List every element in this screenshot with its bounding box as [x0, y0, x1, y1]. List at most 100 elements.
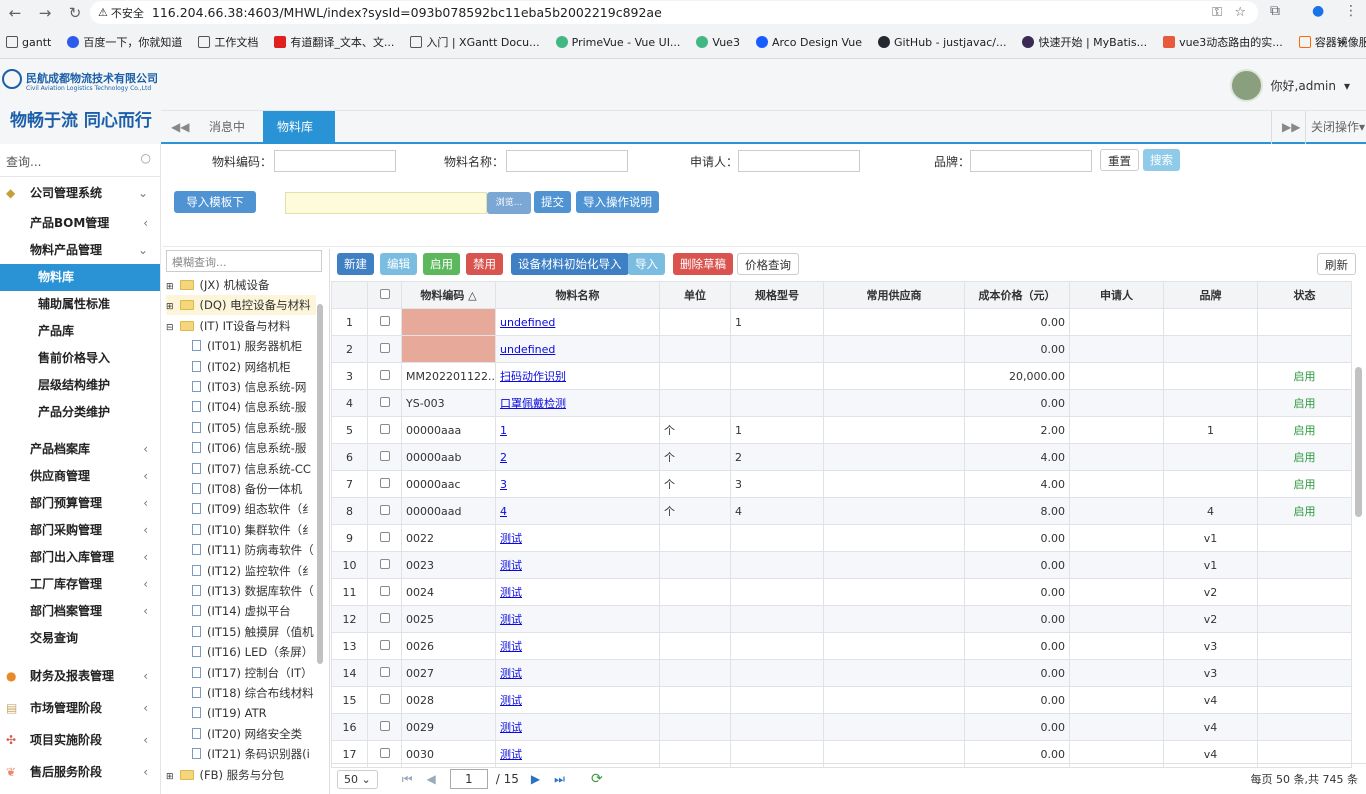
row-select[interactable]: [367, 524, 402, 552]
tree-node[interactable]: (IT05) 信息系统-服: [192, 418, 306, 438]
tree-node[interactable]: ⊞ (FB) 服务与分包: [166, 765, 284, 785]
tab-scroll-right-icon[interactable]: ▶▶: [1271, 111, 1305, 144]
back-icon[interactable]: ←: [0, 4, 30, 22]
row-checkbox[interactable]: [379, 477, 390, 488]
tree-node[interactable]: (IT09) 组态软件（纟: [192, 499, 314, 519]
row-select[interactable]: [367, 389, 402, 417]
tree-node[interactable]: (IT16) LED（条屏）: [192, 642, 313, 662]
sidebar-item-inout[interactable]: 部门出入库管理 ‹: [0, 544, 160, 571]
row-checkbox[interactable]: [379, 369, 390, 380]
tree-node[interactable]: (IT04) 信息系统-服: [192, 397, 306, 417]
applicant-input[interactable]: [738, 150, 860, 172]
row-checkbox[interactable]: [379, 693, 390, 704]
material-link[interactable]: 口罩佩戴检测: [500, 397, 566, 410]
row-checkbox[interactable]: [379, 585, 390, 596]
sidebar-item-budget[interactable]: 部门预算管理 ‹: [0, 490, 160, 517]
row-checkbox[interactable]: [379, 720, 390, 731]
tab-library[interactable]: 物料库 ⊗: [263, 111, 335, 167]
row-select[interactable]: [367, 659, 402, 687]
cell-name[interactable]: 测试: [495, 578, 660, 606]
cell-name[interactable]: 2: [495, 443, 660, 471]
sidebar-item-dept-archive[interactable]: 部门档案管理 ‹: [0, 598, 160, 625]
tree-node[interactable]: ⊞ (DQ) 电控设备与材料: [166, 295, 316, 316]
new-button[interactable]: 新建: [337, 253, 374, 275]
tree-node[interactable]: (IT20) 网络安全类: [192, 724, 302, 744]
tree-scrollbar[interactable]: [317, 304, 323, 664]
table-row[interactable]: 7 00000aac 3 个 3 4.00 启用: [331, 470, 1352, 498]
row-checkbox[interactable]: [379, 666, 390, 677]
table-row[interactable]: 6 00000aab 2 个 2 4.00 启用: [331, 443, 1352, 471]
col-supplier[interactable]: 常用供应商: [823, 281, 965, 309]
row-select[interactable]: [367, 308, 402, 336]
tree-node[interactable]: ⊞ (JX) 机械设备: [166, 275, 269, 295]
row-select[interactable]: [367, 470, 402, 498]
material-link[interactable]: 测试: [500, 694, 522, 707]
expand-icon[interactable]: ⊞: [166, 282, 174, 292]
row-checkbox[interactable]: [379, 423, 390, 434]
page-number-input[interactable]: 1: [449, 769, 488, 789]
material-link[interactable]: 测试: [500, 748, 522, 761]
tree-node[interactable]: (IT15) 触摸屏（值机: [192, 622, 314, 642]
cell-name[interactable]: 3: [495, 470, 660, 498]
row-select[interactable]: [367, 551, 402, 579]
first-page-icon[interactable]: ⏮: [402, 772, 413, 787]
cell-name[interactable]: 测试: [495, 605, 660, 633]
material-link[interactable]: 4: [500, 505, 507, 518]
col-name[interactable]: 物料名称: [495, 281, 660, 309]
sidebar-group-aftersale[interactable]: ❦ 售后服务阶段 ‹: [0, 759, 160, 786]
material-link[interactable]: 2: [500, 451, 507, 464]
cell-name[interactable]: 测试: [495, 713, 660, 741]
table-row[interactable]: 11 0024 测试 0.00 v2: [331, 578, 1352, 606]
cell-name[interactable]: 口罩佩戴检测: [495, 389, 660, 417]
address-bar[interactable]: ⚠ 不安全 116.204.66.38:4603/MHWL/index?sysId…: [90, 1, 1258, 24]
material-link[interactable]: 测试: [500, 586, 522, 599]
row-select[interactable]: [367, 605, 402, 633]
cell-name[interactable]: 测试: [495, 524, 660, 552]
table-row[interactable]: 2 undefined 0.00: [331, 335, 1352, 363]
tree-node[interactable]: (IT08) 备份一体机: [192, 479, 302, 499]
tree-node[interactable]: (IT12) 监控软件（纟: [192, 561, 314, 581]
cell-name[interactable]: 1: [495, 416, 660, 444]
submit-button[interactable]: 提交: [534, 191, 571, 213]
row-select[interactable]: [367, 362, 402, 390]
tab-scroll-left-icon[interactable]: ◀◀: [161, 111, 195, 144]
material-link[interactable]: 测试: [500, 667, 522, 680]
tree-node[interactable]: (IT03) 信息系统-网: [192, 377, 306, 397]
material-link[interactable]: 扫码动作识别: [500, 370, 566, 383]
table-row[interactable]: 9 0022 测试 0.00 v1: [331, 524, 1352, 552]
file-path-input[interactable]: [285, 192, 487, 214]
tree-node[interactable]: ⊟ (IT) IT设备与材料: [166, 316, 291, 336]
reload-icon[interactable]: ↻: [60, 4, 90, 22]
grid-scrollbar[interactable]: [1355, 367, 1362, 517]
bookmark[interactable]: 百度一下，你就知道: [67, 34, 182, 50]
last-page-icon[interactable]: ⏭: [554, 772, 565, 787]
cell-name[interactable]: undefined: [495, 308, 660, 336]
row-checkbox[interactable]: [379, 504, 390, 515]
menu-icon[interactable]: ⋮: [1344, 3, 1358, 19]
row-select[interactable]: [367, 497, 402, 525]
close-operations[interactable]: 关闭操作▾: [1305, 111, 1366, 144]
reload-grid-icon[interactable]: ⟳: [591, 771, 603, 787]
expand-icon[interactable]: ⊞: [166, 772, 174, 782]
user-menu[interactable]: 你好,admin ▾: [1229, 69, 1350, 102]
tree-node[interactable]: (IT11) 防病毒软件（: [192, 540, 314, 560]
code-input[interactable]: [274, 150, 396, 172]
table-row[interactable]: 15 0028 测试 0.00 v4: [331, 686, 1352, 714]
sidebar-item-supplier[interactable]: 供应商管理 ‹: [0, 463, 160, 490]
sidebar-item-hierarchy[interactable]: 层级结构维护: [0, 372, 160, 399]
cell-name[interactable]: undefined: [495, 335, 660, 363]
row-checkbox[interactable]: [379, 342, 390, 353]
prev-page-icon[interactable]: ◀: [427, 772, 436, 786]
material-link[interactable]: 测试: [500, 613, 522, 626]
tree-search-input[interactable]: 模糊查询...: [166, 250, 322, 272]
bookmark[interactable]: 工作文档: [198, 34, 258, 50]
material-link[interactable]: 测试: [500, 721, 522, 734]
bookmark[interactable]: 快速开始 | MyBatis...: [1022, 34, 1147, 50]
tree-node[interactable]: (IT19) ATR: [192, 703, 267, 723]
delete-draft-button[interactable]: 删除草稿: [673, 253, 733, 275]
row-select[interactable]: [367, 443, 402, 471]
collapse-icon[interactable]: ⊟: [166, 323, 174, 333]
tree-node[interactable]: (IT10) 集群软件（纟: [192, 520, 314, 540]
template-download-button[interactable]: 导入模板下载: [174, 191, 256, 231]
col-select-all[interactable]: [367, 281, 402, 309]
